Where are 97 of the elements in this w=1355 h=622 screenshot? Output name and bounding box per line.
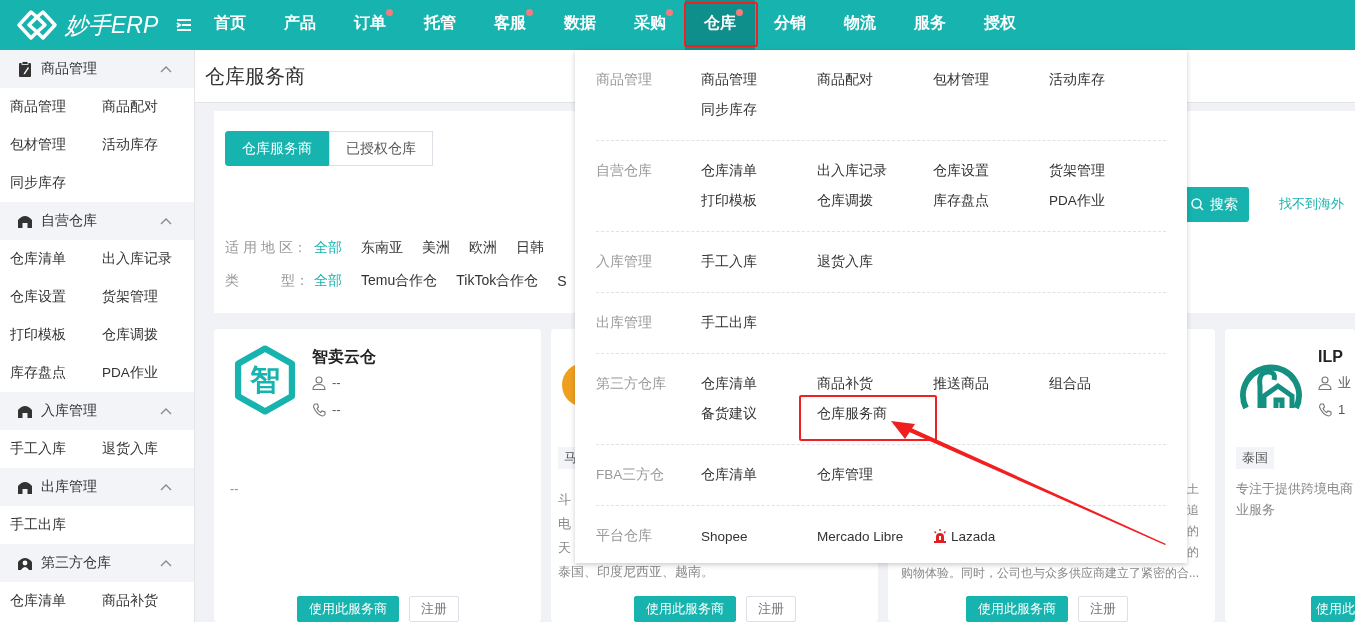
sidebar-link[interactable]: 出入库记录 [102,240,194,278]
sidebar-link[interactable]: 仓库清单 [10,582,102,620]
description-line: 土 [1187,481,1199,498]
description-line: 业服务 [1236,502,1275,519]
section-header[interactable]: 第三方仓库 [0,544,194,582]
menu-link[interactable]: 手工出库 [701,314,757,332]
menu-group-label: FBA三方仓 [596,466,666,484]
section-title: 入库管理 [41,402,98,420]
sidebar-link[interactable]: 退货入库 [102,430,194,468]
phone-number: -- [332,401,341,419]
filter-label: 适 用 地 区： [225,239,308,257]
description-line: 天 [558,540,571,557]
sidebar-link[interactable]: 打印模板 [10,316,102,354]
section-title: 第三方仓库 [41,554,112,572]
menu-link[interactable]: 组合品 [1049,375,1091,393]
sidebar-link[interactable]: 手工出库 [10,506,102,544]
sidebar-link[interactable]: 同步库存 [10,164,102,202]
menu-group-label: 商品管理 [596,71,653,89]
card-title: 智卖云仓 [312,347,376,367]
sidebar-link[interactable]: 仓库清单 [10,240,102,278]
description-line: -- [230,481,239,498]
menu-link[interactable]: 同步库存 [701,101,757,119]
logo-letter: 智 [249,362,281,398]
sidebar-link[interactable]: 货架管理 [102,278,194,316]
menu-link[interactable]: 仓库清单 [701,162,757,180]
menu-link[interactable]: PDA作业 [1049,192,1105,210]
filter-option[interactable]: 美洲 [422,239,450,257]
menu-group-label: 第三方仓库 [596,375,667,393]
description-line: 追 [1187,502,1199,519]
menu-link[interactable]: 仓库调拨 [817,192,873,210]
section-title: 出库管理 [41,478,98,496]
nav-tab[interactable]: 仓库 [685,0,755,50]
tab[interactable]: 已授权仓库 [329,131,433,166]
sidebar-link[interactable]: 活动库存 [102,126,194,164]
filter-option[interactable]: Temu合作仓 [361,272,438,290]
sidebar-link[interactable]: 商品配对 [102,88,194,126]
menu-link[interactable]: 货架管理 [1049,162,1105,180]
menu-link[interactable]: 包材管理 [933,71,989,89]
menu-group-label: 平台仓库 [596,527,653,545]
filter-label: 类 型： [225,272,310,290]
sidebar-link[interactable]: 包材管理 [10,126,102,164]
filter-option[interactable]: 欧洲 [469,239,497,257]
menu-link[interactable]: Lazada [933,528,996,544]
description-line: 的 [1187,523,1199,540]
menu-link[interactable]: 仓库设置 [933,162,989,180]
section-header[interactable]: 自营仓库 [0,202,194,240]
menu-link[interactable]: 商品配对 [817,71,873,89]
card-title: ILP [1318,347,1344,367]
menu-link[interactable]: 备货建议 [701,405,757,423]
menu-link[interactable]: 出入库记录 [817,162,887,180]
menu-group-label: 自营仓库 [596,162,653,180]
menu-link[interactable]: 商品管理 [701,71,757,89]
section-header[interactable]: 出库管理 [0,468,194,506]
sidebar-link[interactable]: 仓库调拨 [102,316,194,354]
sidebar-link[interactable]: 仓库设置 [10,278,102,316]
filter-option[interactable]: TikTok合作仓 [456,272,539,290]
description-line: 专注于提供跨境电商 [1236,481,1353,498]
menu-link[interactable]: 打印模板 [701,192,757,210]
menu-group-label: 出库管理 [596,314,653,332]
menu-group-label: 入库管理 [596,253,653,271]
description-line: 的 [1187,544,1199,561]
sidebar-link[interactable]: 手工入库 [10,430,102,468]
sidebar-link[interactable]: 商品管理 [10,88,102,126]
menu-link[interactable]: Shopee [701,528,748,544]
description-line: 电 [558,516,571,533]
register-button[interactable]: 注册 [1077,596,1128,622]
menu-link[interactable]: 库存盘点 [933,192,989,210]
filter-option[interactable]: S [557,273,567,289]
description-line: 购物体验。同时，公司也与众多供应商建立了紧密的合... [901,565,1199,582]
register-button[interactable]: 注册 [745,596,796,622]
filter-option[interactable]: 日韩 [516,239,544,257]
menu-link[interactable]: 推送商品 [933,375,989,393]
menu-link[interactable]: 手工入库 [701,253,757,271]
register-button[interactable]: 注册 [408,596,459,622]
menu-link[interactable]: 仓库清单 [701,466,757,484]
section-title: 商品管理 [41,60,98,78]
menu-link[interactable]: 仓库服务商 [817,405,887,423]
contact-name: 业 [1338,374,1351,392]
menu-link[interactable]: 商品补货 [817,375,873,393]
menu-link[interactable]: Mercado Libre [817,528,904,544]
description-line: 泰国、印度尼西亚、越南。 [558,564,714,581]
sidebar-link[interactable]: 库存盘点 [10,354,102,392]
app-logo-text: 妙手ERP [65,10,159,40]
section-header[interactable]: 商品管理 [0,50,194,88]
phone-number: 1 [1338,401,1346,419]
sidebar-link[interactable]: 商品补货 [102,582,194,620]
region-tag: 泰国 [1236,447,1274,469]
menu-link[interactable]: 仓库管理 [817,466,873,484]
menu-link[interactable]: 仓库清单 [701,375,757,393]
section-header[interactable]: 入库管理 [0,392,194,430]
sidebar-link[interactable]: PDA作业 [102,354,194,392]
filter-option[interactable]: 东南亚 [361,239,403,257]
description-line: 斗 [558,492,571,509]
menu-link[interactable]: 退货入库 [817,253,873,271]
menu-link[interactable]: 活动库存 [1049,71,1105,89]
section-title: 自营仓库 [41,212,98,230]
contact-name: -- [332,374,341,392]
